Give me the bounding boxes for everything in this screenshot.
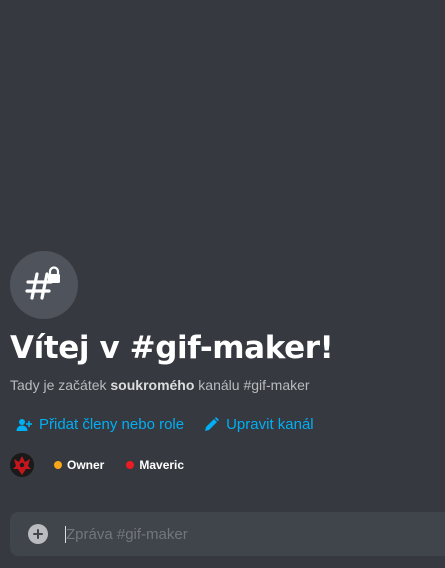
channel-members: Owner Maveric [10,453,445,477]
role-color-dot [126,461,135,469]
role-label: Owner [67,458,105,472]
channel-view: Vítej v #gif-maker! Tady je začátek souk… [0,0,445,568]
role-color-dot [54,461,62,469]
edit-channel-button[interactable]: Upravit kanál [204,416,314,433]
role-label: Maveric [139,458,185,472]
welcome-subtitle-prefix: Tady je začátek [10,377,111,393]
hashtag-lock-icon [10,251,78,319]
role-maveric[interactable]: Maveric [126,458,184,472]
message-composer [10,512,445,556]
role-owner[interactable]: Owner [54,458,104,472]
welcome-actions: Přidat členy nebo role Upravit kanál [10,416,445,433]
welcome-subtitle-suffix: kanálu #gif-maker [194,377,310,393]
message-input[interactable] [66,512,445,556]
avatar[interactable] [10,453,34,477]
add-member-icon [16,418,32,431]
welcome-title: Vítej v #gif-maker! [10,330,334,366]
edit-channel-label: Upravit kanál [226,416,314,433]
add-members-button[interactable]: Přidat členy nebo role [16,416,184,433]
welcome-subtitle: Tady je začátek soukromého kanálu #gif-m… [10,376,445,394]
plus-circle-icon[interactable] [28,524,48,544]
red-emblem-avatar [10,453,34,477]
text-caret [65,526,66,543]
welcome-subtitle-private: soukromého [110,377,195,393]
channel-welcome: Vítej v #gif-maker! Tady je začátek souk… [10,251,445,477]
add-members-label: Přidat členy nebo role [39,416,185,433]
pencil-icon [205,417,220,431]
